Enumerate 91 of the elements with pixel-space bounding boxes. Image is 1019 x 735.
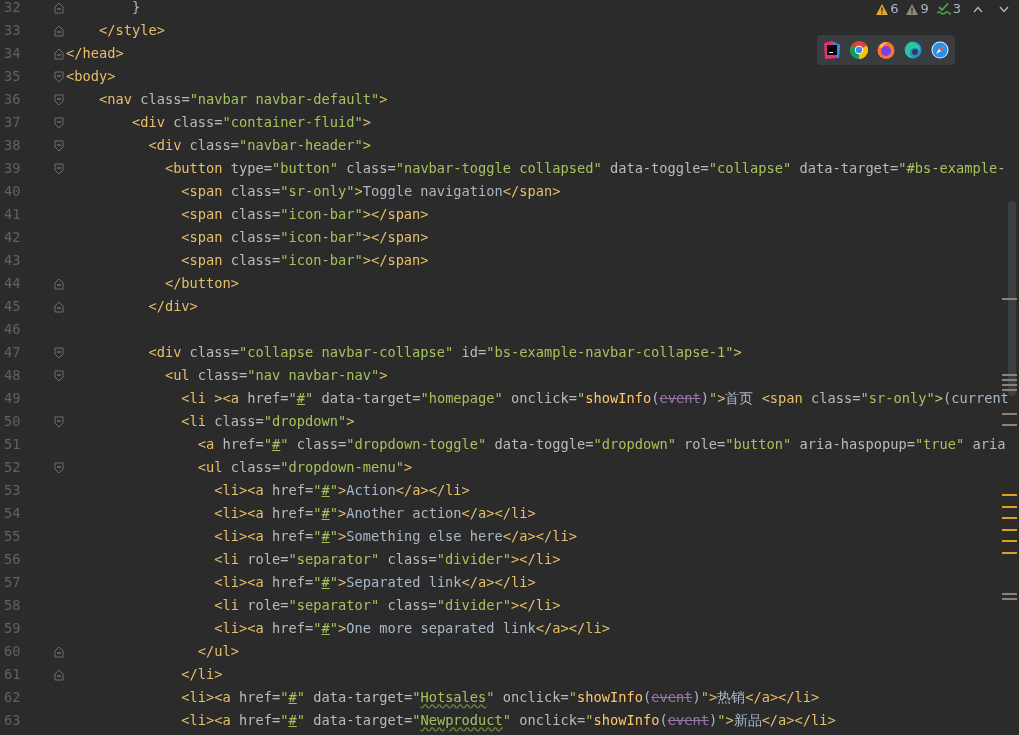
line-number: 32 bbox=[3, 0, 22, 18]
code-line: <div class="collapse navbar-collapse" id="bs-example-navbar-collapse-1"> bbox=[147, 343, 742, 363]
fold-marker-icon[interactable] bbox=[54, 93, 64, 106]
fold-marker-icon[interactable] bbox=[54, 1, 64, 14]
fold-marker-icon[interactable] bbox=[54, 139, 64, 152]
fold-marker-icon[interactable] bbox=[54, 668, 64, 681]
code-line: <li><a href="#" data-target="Hotsales" onclick="showInfo(event)">热销</a></li> bbox=[180, 688, 820, 708]
fold-marker-icon[interactable] bbox=[54, 346, 64, 359]
code-line: <li><a href="#">Something else here</a></li> bbox=[213, 527, 577, 547]
code-line: </ul> bbox=[196, 642, 240, 662]
code-line: <div class="container-fluid"> bbox=[130, 113, 371, 133]
chevron-down-icon[interactable] bbox=[999, 5, 1009, 13]
line-number: 57 bbox=[3, 573, 22, 593]
code-line: <button type="button" class="navbar-toggle collapsed" data-toggle="collapse" data-target="#bs-example- bbox=[163, 159, 1006, 179]
ide-logo-icon[interactable] bbox=[823, 41, 841, 59]
line-number: 56 bbox=[3, 550, 22, 570]
line-number: 41 bbox=[3, 205, 22, 225]
line-number: 50 bbox=[3, 412, 22, 432]
code-line: <li ><a href="#" data-target="homepage" onclick="showInfo(event)">首页 <span class="sr-only">(current bbox=[180, 389, 1009, 409]
line-number: 36 bbox=[3, 90, 22, 110]
code-line: <li><a href="#">Another action</a></li> bbox=[213, 504, 536, 524]
inspection-counter[interactable]: 3 bbox=[936, 0, 961, 19]
code-line: } bbox=[130, 0, 141, 18]
fold-marker-icon[interactable] bbox=[54, 645, 64, 658]
scrollbar-thumb[interactable] bbox=[1008, 201, 1016, 396]
code-line: <div class="navbar-header"> bbox=[147, 136, 371, 156]
code-line: <li><a href="#">Action</a></li> bbox=[213, 481, 470, 501]
code-line: <nav class="navbar navbar-default"> bbox=[97, 90, 388, 110]
code-line: <body> bbox=[66, 67, 116, 87]
code-line: </head> bbox=[66, 44, 124, 64]
code-line: <ul class="nav navbar-nav"> bbox=[163, 366, 388, 386]
fold-marker-icon[interactable] bbox=[54, 300, 64, 313]
code-line: <span class="icon-bar"></span> bbox=[180, 228, 429, 248]
chevron-up-icon[interactable] bbox=[973, 5, 983, 13]
line-number: 44 bbox=[3, 274, 22, 294]
line-number: 39 bbox=[3, 159, 22, 179]
line-number: 35 bbox=[3, 67, 22, 87]
code-line: <span class="icon-bar"></span> bbox=[180, 205, 429, 225]
code-line: </div> bbox=[147, 297, 198, 317]
fold-marker-icon[interactable] bbox=[54, 24, 64, 37]
fold-marker-icon[interactable] bbox=[54, 415, 64, 428]
fold-marker-icon[interactable] bbox=[54, 277, 64, 290]
code-line: <li role="separator" class="divider"></li> bbox=[213, 596, 561, 616]
line-number: 46 bbox=[3, 320, 22, 340]
code-line: <li role="separator" class="divider"></li> bbox=[213, 550, 561, 570]
line-number: 52 bbox=[3, 458, 22, 478]
line-number: 43 bbox=[3, 251, 22, 271]
fold-marker-icon[interactable] bbox=[54, 47, 64, 60]
line-number: 47 bbox=[3, 343, 22, 363]
line-number: 55 bbox=[3, 527, 22, 547]
line-number: 54 bbox=[3, 504, 22, 524]
line-number: 61 bbox=[3, 665, 22, 685]
fold-marker-icon[interactable] bbox=[54, 162, 64, 175]
code-line: </li> bbox=[180, 665, 223, 685]
safari-icon[interactable] bbox=[931, 41, 949, 59]
line-number: 63 bbox=[3, 711, 22, 731]
line-number: 49 bbox=[3, 389, 22, 409]
line-number: 37 bbox=[3, 113, 22, 133]
typo-check-icon bbox=[936, 3, 951, 15]
line-number: 33 bbox=[3, 21, 22, 41]
code-line: <ul class="dropdown-menu"> bbox=[196, 458, 413, 478]
warning-icon bbox=[876, 3, 889, 15]
code-line: <li><a href="#">One more separated link</a></li> bbox=[213, 619, 610, 639]
line-number: 51 bbox=[3, 435, 22, 455]
line-number: 38 bbox=[3, 136, 22, 156]
code-line: <li><a href="#" data-target="Newproduct" onclick="showInfo(event)">新品</a></li> bbox=[180, 711, 836, 731]
line-number: 34 bbox=[3, 44, 22, 64]
line-number: 40 bbox=[3, 182, 22, 202]
code-line: <li><a href="#">Separated link</a></li> bbox=[213, 573, 536, 593]
line-number: 58 bbox=[3, 596, 22, 616]
code-line: <a href="#" class="dropdown-toggle" data-toggle="dropdown" role="button" aria-haspopup="true" aria bbox=[196, 435, 1006, 455]
line-number: 59 bbox=[3, 619, 22, 639]
code-line: <span class="sr-only">Toggle navigation</span> bbox=[180, 182, 561, 202]
code-line: <span class="icon-bar"></span> bbox=[180, 251, 429, 271]
line-number: 48 bbox=[3, 366, 22, 386]
fold-marker-icon[interactable] bbox=[54, 369, 64, 382]
code-line: </style> bbox=[97, 21, 165, 41]
line-number: 60 bbox=[3, 642, 22, 662]
chrome-icon[interactable] bbox=[850, 41, 868, 59]
fold-marker-icon[interactable] bbox=[54, 461, 64, 474]
warning-icon bbox=[906, 3, 919, 15]
line-number: 42 bbox=[3, 228, 22, 248]
inspection-counter[interactable]: 9 bbox=[906, 0, 929, 19]
line-number: 62 bbox=[3, 688, 22, 708]
line-number: 45 bbox=[3, 297, 22, 317]
fold-marker-icon[interactable] bbox=[54, 116, 64, 129]
code-line: <li class="dropdown"> bbox=[180, 412, 355, 432]
line-number: 53 bbox=[3, 481, 22, 501]
fold-marker-icon[interactable] bbox=[54, 70, 64, 83]
code-line: </button> bbox=[163, 274, 240, 294]
inspection-counter[interactable]: 6 bbox=[876, 0, 899, 19]
